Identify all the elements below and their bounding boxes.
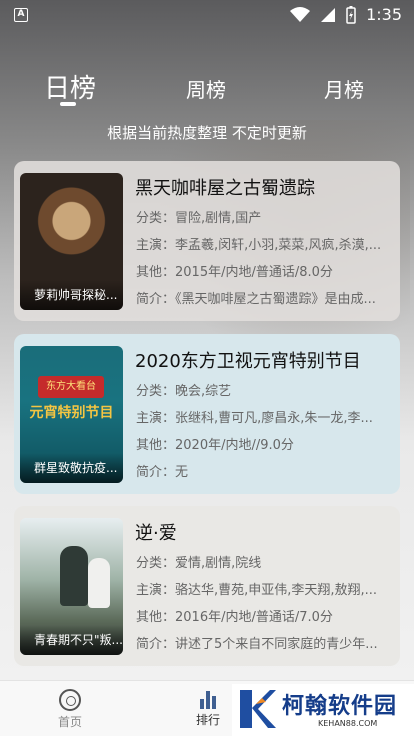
ranking-item-card[interactable]: 萝莉帅哥探秘... 黑天咖啡屋之古蜀遗踪 分类：冒险,剧情,国产 主演：李孟羲,… (14, 161, 400, 321)
tab-monthly[interactable]: 月榜 (324, 74, 364, 103)
active-tab-indicator (60, 102, 76, 106)
nav-home-label: 首页 (57, 715, 82, 729)
wifi-icon (290, 6, 311, 22)
poster-figure (60, 546, 88, 606)
item-category: 分类：冒险,剧情,国产 (136, 211, 262, 226)
item-cast: 主演：骆达华,曹苑,申亚伟,李天翔,敖翔,... (136, 583, 378, 598)
ranking-item-card[interactable]: 青春期不只"叛... 逆·爱 分类：爱情,剧情,院线 主演：骆达华,曹苑,申亚伟… (14, 506, 400, 666)
nav-ranking[interactable]: 排行 (184, 689, 232, 728)
battery-icon (346, 5, 356, 24)
poster-caption: 萝莉帅哥探秘... (20, 280, 123, 310)
ranking-subtitle: 根据当前热度整理 不定时更新 (107, 124, 307, 142)
status-time: 1:35 (366, 5, 402, 24)
item-cast: 主演：李孟羲,闵轩,小羽,菜菜,风疯,杀漠,... (136, 238, 382, 253)
status-bar: A 1:35 (0, 0, 414, 30)
poster-caption: 群星致敬抗疫... (20, 453, 123, 483)
item-intro: 简介：讲述了5个来自不同家庭的青少年... (136, 637, 378, 652)
item-title: 逆·爱 (135, 523, 177, 544)
item-cast: 主演：张继科,曹可凡,廖昌永,朱一龙,李... (136, 411, 373, 426)
nav-ranking-label: 排行 (195, 713, 220, 727)
watermark-logo: 柯翰软件园 KEHAN88.COM (232, 684, 414, 736)
ranking-item-card[interactable]: 东方大看台 元宵特别节目 群星致敬抗疫... 2020东方卫视元宵特别节目 分类… (14, 334, 400, 494)
watermark-url: KEHAN88.COM (318, 719, 378, 728)
signal-icon (321, 7, 336, 22)
item-other-info: 其他：2016年/内地/普通话/7.0分 (136, 610, 333, 625)
item-title: 2020东方卫视元宵特别节目 (135, 351, 361, 372)
ranking-icon (198, 689, 218, 709)
item-title: 黑天咖啡屋之古蜀遗踪 (135, 178, 315, 199)
item-other-info: 其他：2020年/内地//9.0分 (136, 438, 294, 453)
item-other-info: 其他：2015年/内地/普通话/8.0分 (136, 265, 333, 280)
tab-weekly[interactable]: 周榜 (186, 74, 226, 103)
item-category: 分类：爱情,剧情,院线 (136, 556, 262, 571)
poster-image: 青春期不只"叛... (20, 518, 123, 655)
nav-home[interactable]: 首页 (46, 689, 94, 730)
poster-image: 萝莉帅哥探秘... (20, 173, 123, 310)
home-icon (59, 689, 81, 711)
item-category: 分类：晚会,综艺 (136, 384, 232, 399)
poster-banner-text: 元宵特别节目 (29, 405, 114, 421)
watermark-title: 柯翰软件园 (282, 694, 398, 719)
poster-logo-text: 东方大看台 (38, 376, 104, 398)
tab-daily[interactable]: 日榜 (44, 68, 96, 105)
poster-image: 东方大看台 元宵特别节目 群星致敬抗疫... (20, 346, 123, 483)
poster-caption: 青春期不只"叛... (20, 625, 123, 655)
app-notification-icon: A (14, 8, 28, 22)
item-intro: 简介：无 (136, 465, 189, 480)
poster-figure (88, 558, 110, 608)
watermark-k-icon (240, 690, 276, 728)
item-intro: 简介：《黑天咖啡屋之古蜀遗踪》是由成... (136, 292, 376, 307)
